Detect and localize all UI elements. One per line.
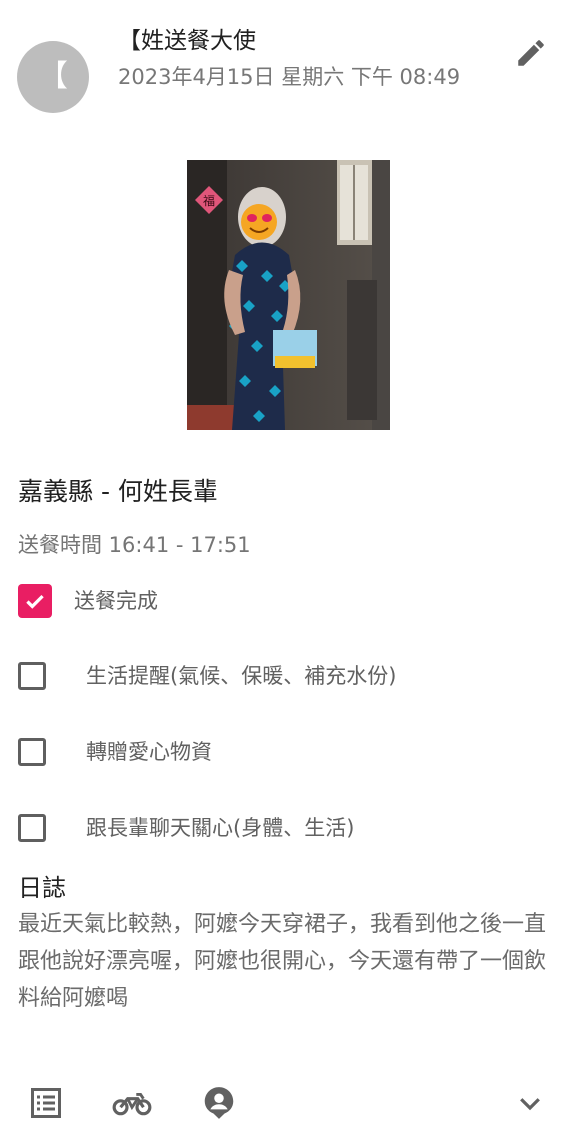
delivery-time: 送餐時間 16:41 - 17:51 (18, 533, 251, 557)
check-icon (26, 594, 44, 609)
checklist-item-chat-care[interactable]: 跟長輩聊天關心(身體、生活) (18, 810, 354, 846)
checklist-item-donate-supplies[interactable]: 轉贈愛心物資 (18, 734, 212, 770)
checkbox-unchecked[interactable] (18, 662, 46, 690)
person-location-button[interactable] (197, 1081, 241, 1125)
person-pin-icon (204, 1087, 234, 1119)
checkbox-unchecked[interactable] (18, 814, 46, 842)
delivery-route-button[interactable] (110, 1081, 154, 1125)
author-name: 【姓送餐大使 (118, 28, 256, 54)
log-body: 最近天氣比較熱，阿嬤今天穿裙子，我看到他之後一直跟他說好漂亮喔，阿嬤也很開心，今… (18, 912, 547, 1011)
avatar[interactable]: 【 (17, 41, 89, 113)
checkbox-unchecked[interactable] (18, 738, 46, 766)
checklist-label: 跟長輩聊天關心(身體、生活) (86, 816, 355, 840)
edit-button[interactable] (508, 30, 554, 76)
svg-text:福: 福 (203, 193, 215, 208)
log-heading: 日誌 (18, 874, 66, 902)
checklist-label: 生活提醒(氣候、保暖、補充水份) (86, 664, 397, 688)
list-icon (31, 1088, 61, 1118)
chevron-down-icon (520, 1098, 540, 1111)
delivery-title: 嘉義縣 - 何姓長輩 (18, 477, 218, 506)
delivery-photo[interactable]: 福 (187, 160, 390, 430)
checklist-label: 轉贈愛心物資 (86, 740, 212, 764)
expand-button[interactable] (508, 1081, 552, 1125)
checklist-item-life-reminder[interactable]: 生活提醒(氣候、保暖、補充水份) (18, 658, 396, 694)
post-date: 2023年4月15日 星期六 下午 08:49 (118, 65, 461, 89)
motorbike-icon (112, 1093, 152, 1116)
checklist-label: 送餐完成 (74, 589, 158, 613)
list-button[interactable] (24, 1081, 68, 1125)
checkbox-checked[interactable] (18, 584, 52, 618)
checklist-item-delivered[interactable]: 送餐完成 (18, 583, 158, 619)
pencil-icon (518, 40, 544, 66)
